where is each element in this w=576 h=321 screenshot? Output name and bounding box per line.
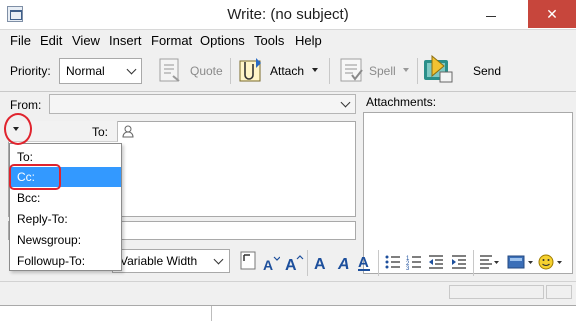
menu-bar: File Edit View Insert Format Options Too… [0,31,576,50]
menu-option-newsgroup[interactable]: Newsgroup: [11,230,121,250]
compose-toolbar: Priority: Normal Quote Attach Spell Send [0,50,576,92]
spell-dropdown-arrow-icon[interactable] [403,68,409,72]
chevron-down-icon [126,64,137,75]
attach-dropdown-arrow-icon[interactable] [312,68,318,72]
status-panel [449,285,544,299]
quote-label: Quote [190,64,223,78]
smiley-icon[interactable] [538,253,566,271]
from-label: From: [10,98,42,112]
send-label: Send [473,64,502,78]
format-separator [378,250,379,276]
svg-text:A: A [314,256,326,271]
annotation-highlight [9,164,61,190]
priority-select[interactable]: Normal [59,58,142,84]
svg-text:A: A [337,256,350,271]
menu-view[interactable]: View [72,33,100,48]
attach-button[interactable]: Attach [233,51,325,89]
status-panel [546,285,572,299]
spell-check-icon [340,58,363,82]
annotation-circle [4,113,32,145]
chevron-down-icon [213,254,224,265]
svg-text:A: A [358,254,369,271]
larger-font-icon[interactable]: A [284,253,304,273]
quote-button[interactable]: Quote [150,51,228,89]
align-icon[interactable] [479,254,499,270]
priority-value: Normal [66,64,105,78]
from-select[interactable] [49,94,356,114]
toolbar-separator [230,58,231,84]
minimize-button[interactable] [480,4,504,24]
decrease-indent-icon[interactable] [428,254,444,270]
menu-help[interactable]: Help [295,33,322,48]
quote-icon [159,58,180,82]
insert-object-icon[interactable] [507,254,535,270]
toolbar-separator [417,58,418,84]
attachments-label: Attachments: [366,95,437,109]
priority-label: Priority: [10,64,51,78]
recipient-type-label: To: [92,125,109,139]
svg-text:3: 3 [406,266,410,270]
font-value: Variable Width [120,254,198,268]
menu-insert[interactable]: Insert [109,33,142,48]
attach-label: Attach [270,64,305,78]
menu-file[interactable]: File [10,33,31,48]
background-window [0,305,576,321]
menu-tools[interactable]: Tools [254,33,284,48]
bullet-list-icon[interactable] [385,254,401,270]
increase-indent-icon[interactable] [451,254,467,270]
send-icon [424,54,453,83]
menu-option-bcc[interactable]: Bcc: [11,188,121,208]
spell-label: Spell [369,64,396,78]
font-color-icon[interactable] [240,251,257,271]
numbered-list-icon[interactable]: 1 2 3 [406,254,422,270]
bold-icon[interactable]: A [313,253,329,271]
recipient-type-menu: To: Cc: Bcc: Reply-To: Newsgroup: Follow… [9,143,122,271]
menu-edit[interactable]: Edit [40,33,62,48]
menu-option-followup-to[interactable]: Followup-To: [11,251,121,271]
format-separator [307,250,308,276]
chevron-down-icon [340,97,351,108]
format-separator [473,250,474,276]
menu-option-reply-to[interactable]: Reply-To: [11,209,121,229]
italic-icon[interactable]: A [336,253,352,271]
smaller-font-icon[interactable]: A [262,254,280,272]
svg-text:A: A [263,257,273,272]
svg-text:A: A [285,257,297,273]
toolbar-separator [329,58,330,84]
contact-icon [122,125,134,138]
divider [211,306,212,321]
close-button[interactable]: ✕ [528,0,576,28]
menu-options[interactable]: Options [200,33,245,48]
attach-icon [239,58,261,82]
send-button[interactable]: Send [420,51,510,89]
font-select[interactable]: Variable Width [112,249,230,273]
menu-format[interactable]: Format [151,33,192,48]
underline-icon[interactable]: A [357,253,373,273]
spell-button[interactable]: Spell [334,51,414,89]
